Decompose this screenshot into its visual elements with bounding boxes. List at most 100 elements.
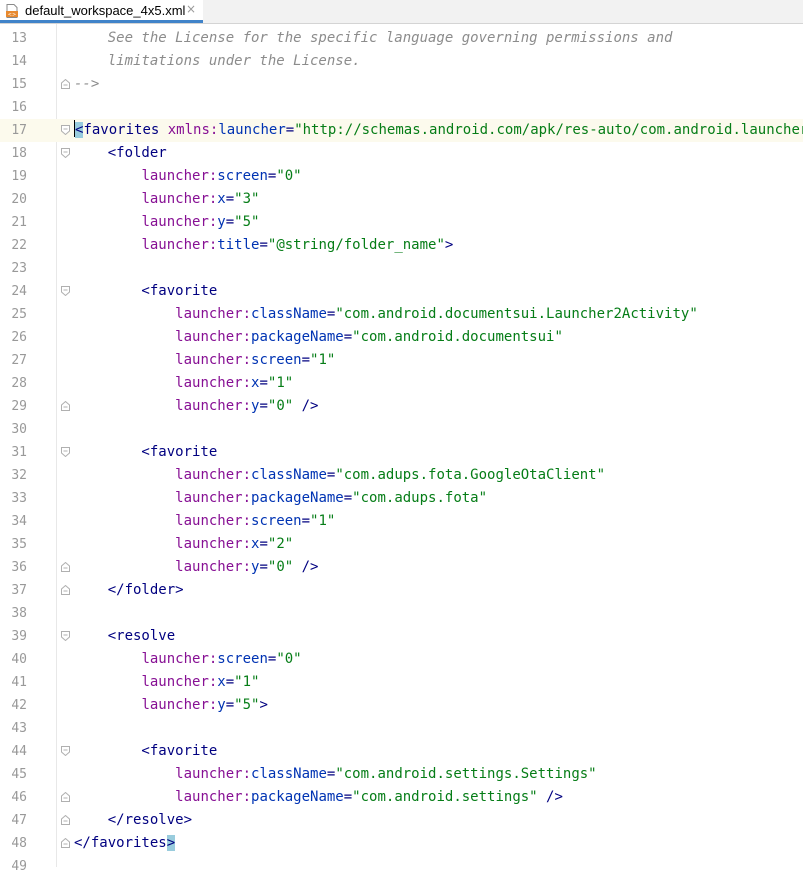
code-line[interactable]: 48 </favorites>: [0, 832, 803, 855]
code-text: <favorite: [74, 280, 217, 303]
code-line[interactable]: 38: [0, 602, 803, 625]
code-token: "com.android.settings.Settings": [335, 766, 597, 782]
code-line[interactable]: 34 launcher:screen="1": [0, 510, 803, 533]
code-line[interactable]: 24 <favorite: [0, 280, 803, 303]
code-token: screen: [251, 513, 302, 529]
code-line[interactable]: 42 launcher:y="5">: [0, 694, 803, 717]
code-text: <favorites xmlns:launcher="http://schema…: [74, 119, 803, 142]
fold-end-icon[interactable]: [61, 585, 70, 595]
code-text: launcher:y="0" />: [74, 395, 318, 418]
code-token: <favorite: [74, 444, 218, 460]
code-token: =: [259, 375, 268, 391]
code-token: "1": [310, 513, 336, 529]
code-line[interactable]: 32 launcher:className="com.adups.fota.Go…: [0, 464, 803, 487]
code-line[interactable]: 19 launcher:screen="0": [0, 165, 803, 188]
code-token: />: [293, 559, 319, 575]
code-line[interactable]: 44 <favorite: [0, 740, 803, 763]
code-line[interactable]: 27 launcher:screen="1": [0, 349, 803, 372]
fold-start-icon[interactable]: [61, 148, 70, 158]
fold-end-icon[interactable]: [61, 562, 70, 572]
code-token: className: [251, 306, 327, 322]
code-line[interactable]: 45 launcher:className="com.android.setti…: [0, 763, 803, 786]
code-editor[interactable]: 13 See the License for the specific lang…: [0, 24, 803, 874]
code-line[interactable]: 29 launcher:y="0" />: [0, 395, 803, 418]
code-line[interactable]: 40 launcher:screen="0": [0, 648, 803, 671]
file-tab[interactable]: <> default_workspace_4x5.xml ×: [0, 0, 203, 23]
code-text: launcher:packageName="com.android.settin…: [74, 786, 563, 809]
line-number: 14: [11, 54, 27, 69]
code-token: "com.android.settings": [352, 789, 538, 805]
line-number: 47: [11, 813, 27, 828]
code-line[interactable]: 18 <folder: [0, 142, 803, 165]
code-token: launcher:: [141, 168, 218, 184]
code-line[interactable]: 20 launcher:x="3": [0, 188, 803, 211]
code-line[interactable]: 16: [0, 96, 803, 119]
fold-end-icon[interactable]: [61, 79, 70, 89]
code-line[interactable]: 43: [0, 717, 803, 740]
code-token: "0": [276, 651, 302, 667]
fold-start-icon[interactable]: [61, 125, 70, 135]
code-line[interactable]: 36 launcher:y="0" />: [0, 556, 803, 579]
code-text: <resolve: [74, 625, 175, 648]
code-token: limitations under the License.: [74, 53, 361, 69]
code-line[interactable]: 33 launcher:packageName="com.adups.fota": [0, 487, 803, 510]
code-token: launcher:: [175, 536, 252, 552]
code-line[interactable]: 25 launcher:className="com.android.docum…: [0, 303, 803, 326]
fold-start-icon[interactable]: [61, 286, 70, 296]
code-text: launcher:x="1": [74, 372, 293, 395]
code-token: "0": [276, 168, 302, 184]
close-tab-icon[interactable]: ×: [186, 2, 196, 16]
code-line[interactable]: 14 limitations under the License.: [0, 50, 803, 73]
code-token: launcher:: [175, 375, 252, 391]
line-number: 17: [11, 123, 27, 138]
fold-end-icon[interactable]: [61, 401, 70, 411]
code-line[interactable]: 15 -->: [0, 73, 803, 96]
fold-end-icon[interactable]: [61, 838, 70, 848]
code-line[interactable]: 31 <favorite: [0, 441, 803, 464]
code-line[interactable]: 37 </folder>: [0, 579, 803, 602]
code-line[interactable]: 17 <favorites xmlns:launcher="http://sche…: [0, 119, 803, 142]
fold-end-icon[interactable]: [61, 815, 70, 825]
line-number: 13: [11, 31, 27, 46]
code-line[interactable]: 28 launcher:x="1": [0, 372, 803, 395]
code-token: =: [259, 398, 268, 414]
code-line[interactable]: 13 See the License for the specific lang…: [0, 27, 803, 50]
xml-file-icon: <>: [6, 4, 18, 18]
code-line[interactable]: 41 launcher:x="1": [0, 671, 803, 694]
code-line[interactable]: 46 launcher:packageName="com.android.set…: [0, 786, 803, 809]
code-line[interactable]: 35 launcher:x="2": [0, 533, 803, 556]
code-token: "com.android.documentsui": [352, 329, 563, 345]
line-number: 24: [11, 284, 27, 299]
fold-end-icon[interactable]: [61, 792, 70, 802]
code-token: >: [259, 697, 268, 713]
fold-start-icon[interactable]: [61, 631, 70, 641]
fold-start-icon[interactable]: [61, 447, 70, 457]
code-token: "1": [310, 352, 336, 368]
svg-text:<>: <>: [8, 12, 16, 18]
code-line[interactable]: 21 launcher:y="5": [0, 211, 803, 234]
code-line[interactable]: 26 launcher:packageName="com.android.doc…: [0, 326, 803, 349]
code-token: =: [259, 237, 268, 253]
code-line[interactable]: 47 </resolve>: [0, 809, 803, 832]
code-line[interactable]: 39 <resolve: [0, 625, 803, 648]
code-line[interactable]: 23: [0, 257, 803, 280]
code-token: "http://schemas.android.com/apk/res-auto…: [294, 122, 803, 138]
line-number: 21: [11, 215, 27, 230]
line-number: 48: [11, 836, 27, 851]
code-token: launcher:: [141, 237, 218, 253]
code-token: =: [343, 789, 353, 805]
fold-start-icon[interactable]: [61, 746, 70, 756]
code-text: launcher:y="5">: [74, 694, 268, 717]
code-text: launcher:y="0" />: [74, 556, 318, 579]
code-text: launcher:x="1": [74, 671, 259, 694]
code-line[interactable]: 22 launcher:title="@string/folder_name">: [0, 234, 803, 257]
line-number: 34: [11, 514, 27, 529]
code-token: favorites: [83, 122, 168, 138]
code-line[interactable]: 30: [0, 418, 803, 441]
code-token: />: [537, 789, 563, 805]
